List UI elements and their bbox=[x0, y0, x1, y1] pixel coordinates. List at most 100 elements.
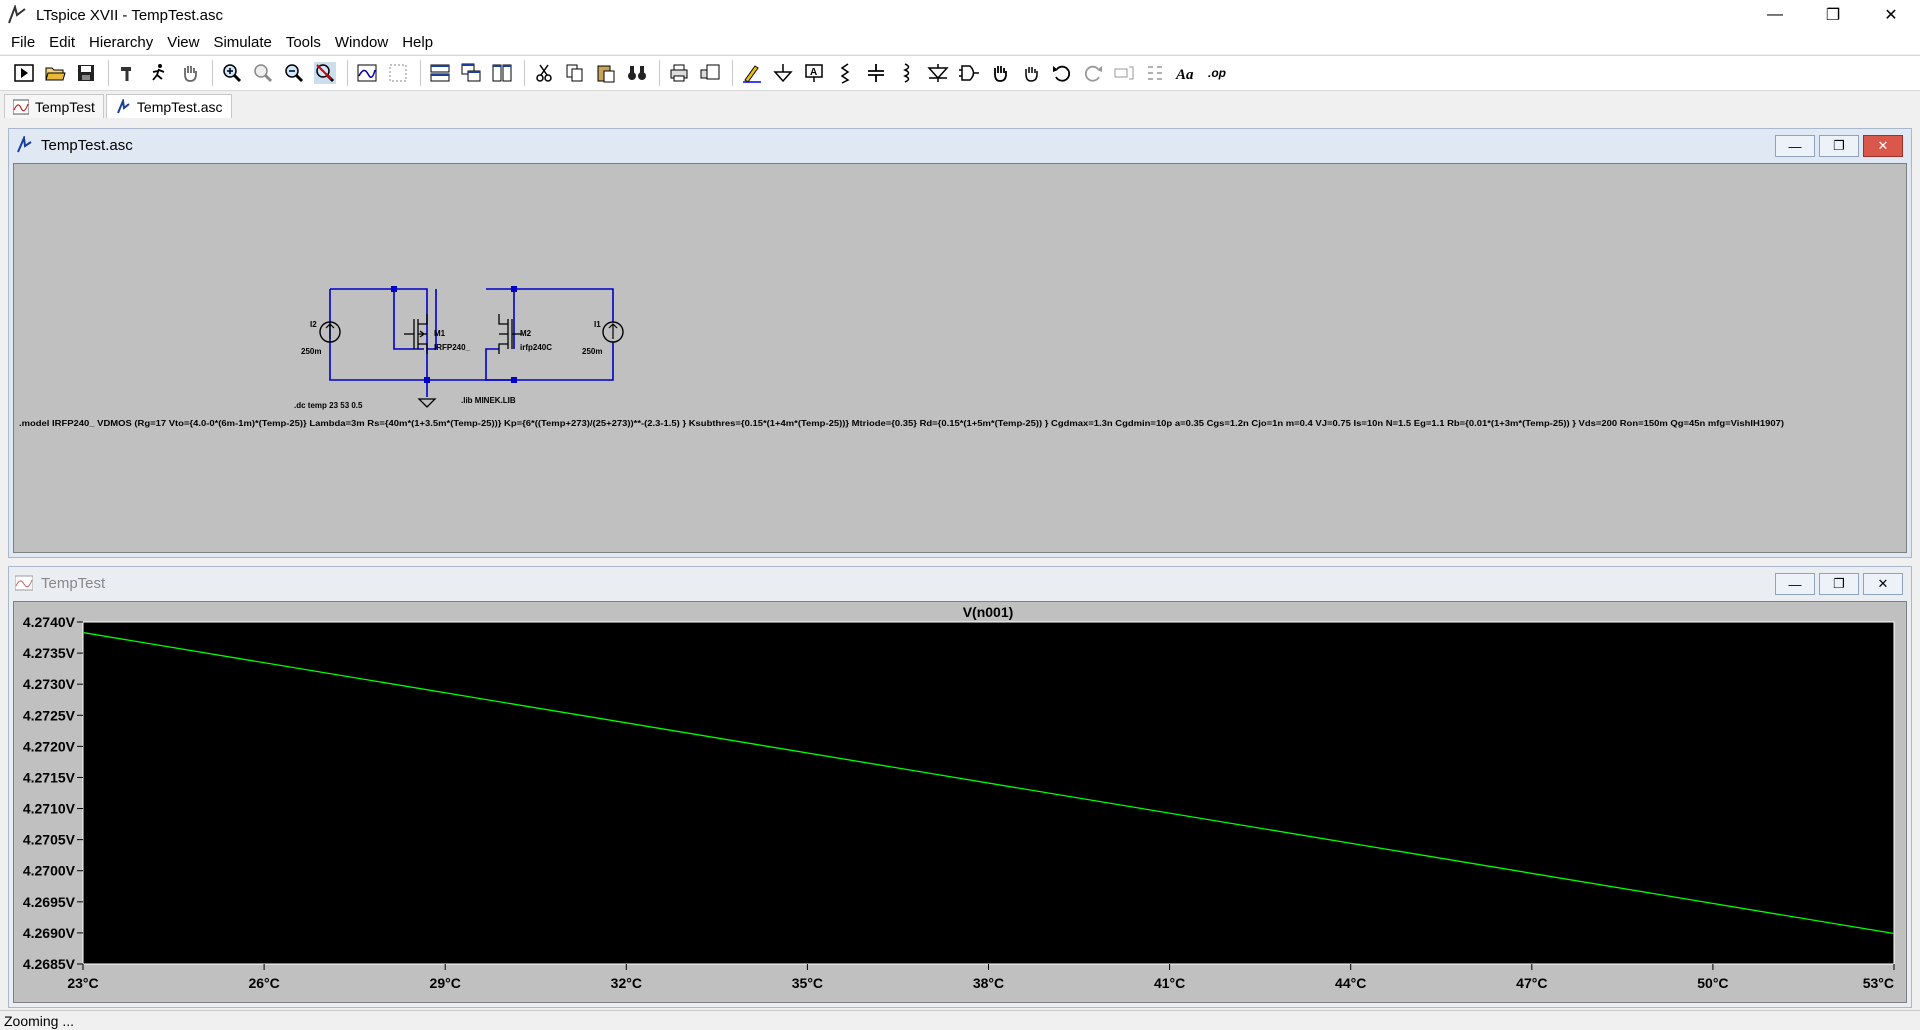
schematic-canvas[interactable]: I2 250m I1 250m M1 IRFP240_ M2 irfp240C … bbox=[13, 163, 1907, 553]
print-icon[interactable] bbox=[665, 59, 693, 87]
tile-vertical-icon[interactable] bbox=[488, 59, 516, 87]
print-preview-icon[interactable] bbox=[696, 59, 724, 87]
svg-text:Aa: Aa bbox=[1175, 67, 1194, 83]
plot-background[interactable] bbox=[82, 621, 1895, 965]
menu-bar: File Edit Hierarchy View Simulate Tools … bbox=[0, 30, 1920, 54]
open-folder-icon[interactable] bbox=[41, 59, 69, 87]
x-tick-label: 41°C bbox=[1154, 975, 1185, 991]
x-tick-label: 26°C bbox=[248, 975, 279, 991]
find-binoculars-icon[interactable] bbox=[623, 59, 651, 87]
waveform-chart[interactable]: V(n001) 4.2740V 4.2735V 4.2730V 4.2725V 4.27… bbox=[14, 602, 1908, 1004]
zoom-in-icon[interactable] bbox=[218, 59, 246, 87]
schematic-minimize-button[interactable]: — bbox=[1775, 135, 1815, 157]
status-text: Zooming ... bbox=[4, 1012, 75, 1029]
resistor-icon[interactable] bbox=[831, 59, 859, 87]
capacitor-icon[interactable] bbox=[862, 59, 890, 87]
menu-file[interactable]: File bbox=[4, 34, 42, 51]
toolbar-separator bbox=[108, 60, 109, 86]
y-tick-label: 4.2730V bbox=[23, 676, 76, 692]
zoom-fit-icon[interactable] bbox=[249, 59, 277, 87]
cascade-icon[interactable] bbox=[457, 59, 485, 87]
drag-hand-icon[interactable] bbox=[1017, 59, 1045, 87]
mirror-icon[interactable] bbox=[1141, 59, 1169, 87]
toolbar-separator bbox=[524, 60, 525, 86]
menu-edit[interactable]: Edit bbox=[42, 34, 82, 51]
y-tick-label: 4.2685V bbox=[23, 956, 76, 972]
x-tick-label: 35°C bbox=[792, 975, 823, 991]
save-icon[interactable] bbox=[72, 59, 100, 87]
i2-value: 250m bbox=[301, 347, 321, 356]
ground-icon[interactable] bbox=[769, 59, 797, 87]
schematic-close-button[interactable]: ✕ bbox=[1863, 135, 1903, 157]
ground-symbol[interactable] bbox=[417, 398, 437, 408]
cut-scissors-icon[interactable] bbox=[530, 59, 558, 87]
window-title: LTspice XVII - TempTest.asc bbox=[36, 6, 224, 24]
mosfet-m1[interactable] bbox=[404, 314, 428, 354]
tile-horizontal-icon[interactable] bbox=[426, 59, 454, 87]
tab-temptest-plot[interactable]: TempTest bbox=[4, 94, 104, 118]
lib-directive[interactable]: .lib MINEK.LIB bbox=[461, 396, 516, 405]
copy-icon[interactable] bbox=[561, 59, 589, 87]
diode-icon[interactable] bbox=[924, 59, 952, 87]
m2-model: irfp240C bbox=[520, 343, 552, 352]
x-tick-label: 38°C bbox=[973, 975, 1004, 991]
current-source-i2[interactable] bbox=[319, 321, 341, 343]
waveform-minimize-button[interactable]: — bbox=[1775, 573, 1815, 595]
waveform-window: TempTest — ❐ ✕ V(n001) 4.2740V 4.2735V 4.2… bbox=[8, 566, 1912, 1008]
current-source-i1[interactable] bbox=[602, 321, 624, 343]
x-tick-label: 29°C bbox=[430, 975, 461, 991]
autorange-icon[interactable] bbox=[353, 59, 381, 87]
zoom-out-icon[interactable] bbox=[280, 59, 308, 87]
run-icon[interactable] bbox=[10, 59, 38, 87]
rotate-icon[interactable] bbox=[1110, 59, 1138, 87]
x-tick-label: 44°C bbox=[1335, 975, 1366, 991]
svg-text:A: A bbox=[810, 67, 817, 78]
zoom-cancel-icon[interactable] bbox=[311, 59, 339, 87]
pan-hand-icon[interactable] bbox=[176, 59, 204, 87]
y-tick-label: 4.2740V bbox=[23, 614, 76, 630]
schematic-window-title-bar: TempTest.asc bbox=[9, 129, 1911, 161]
schematic-icon bbox=[15, 136, 33, 154]
x-tick-label: 47°C bbox=[1516, 975, 1547, 991]
paste-icon[interactable] bbox=[592, 59, 620, 87]
mark-unused-icon[interactable] bbox=[384, 59, 412, 87]
schematic-maximize-button[interactable]: ❐ bbox=[1819, 135, 1859, 157]
menu-hierarchy[interactable]: Hierarchy bbox=[82, 34, 160, 51]
menu-help[interactable]: Help bbox=[395, 34, 440, 51]
ltspice-app-icon bbox=[6, 4, 28, 26]
waveform-maximize-button[interactable]: ❐ bbox=[1819, 573, 1859, 595]
move-hand-icon[interactable] bbox=[986, 59, 1014, 87]
restore-button[interactable]: ❐ bbox=[1804, 0, 1862, 30]
label-net-icon[interactable]: A bbox=[800, 59, 828, 87]
tab-temptest-schematic[interactable]: TempTest.asc bbox=[105, 94, 232, 118]
halt-runner-icon[interactable] bbox=[145, 59, 173, 87]
trace-title[interactable]: V(n001) bbox=[963, 604, 1014, 620]
waveform-close-button[interactable]: ✕ bbox=[1863, 573, 1903, 595]
close-button[interactable]: ✕ bbox=[1862, 0, 1920, 30]
menu-window[interactable]: Window bbox=[328, 34, 395, 51]
waveform-plot-pane[interactable]: V(n001) 4.2740V 4.2735V 4.2730V 4.2725V 4.27… bbox=[13, 601, 1907, 1003]
mosfet-m2[interactable] bbox=[498, 314, 522, 354]
hammer-icon[interactable] bbox=[114, 59, 142, 87]
menu-view[interactable]: View bbox=[160, 34, 206, 51]
document-tabs: TempTest TempTest.asc bbox=[0, 92, 1920, 118]
dc-directive[interactable]: .dc temp 23 53 0.5 bbox=[294, 401, 363, 410]
tab-label: TempTest.asc bbox=[136, 98, 223, 115]
undo-icon[interactable] bbox=[1048, 59, 1076, 87]
schematic-window: TempTest.asc — ❐ ✕ I2 250m I1 250m M1 IR… bbox=[8, 128, 1912, 558]
component-icon[interactable] bbox=[955, 59, 983, 87]
menu-simulate[interactable]: Simulate bbox=[206, 34, 278, 51]
toolbar-separator bbox=[659, 60, 660, 86]
wire-pencil-icon[interactable] bbox=[738, 59, 766, 87]
menu-tools[interactable]: Tools bbox=[279, 34, 328, 51]
inductor-icon[interactable] bbox=[893, 59, 921, 87]
spice-directive-op-icon[interactable]: .op bbox=[1203, 59, 1231, 87]
y-tick-label: 4.2710V bbox=[23, 801, 76, 817]
i2-name: I2 bbox=[310, 320, 317, 329]
model-directive[interactable]: .model IRFP240_ VDMOS (Rg=17 Vto={4.0-0*… bbox=[19, 419, 1784, 428]
toolbar: A Aa .op bbox=[0, 55, 1920, 91]
text-aa-icon[interactable]: Aa bbox=[1172, 59, 1200, 87]
svg-text:.op: .op bbox=[1208, 66, 1226, 80]
redo-icon[interactable] bbox=[1079, 59, 1107, 87]
minimize-button[interactable]: — bbox=[1746, 0, 1804, 30]
